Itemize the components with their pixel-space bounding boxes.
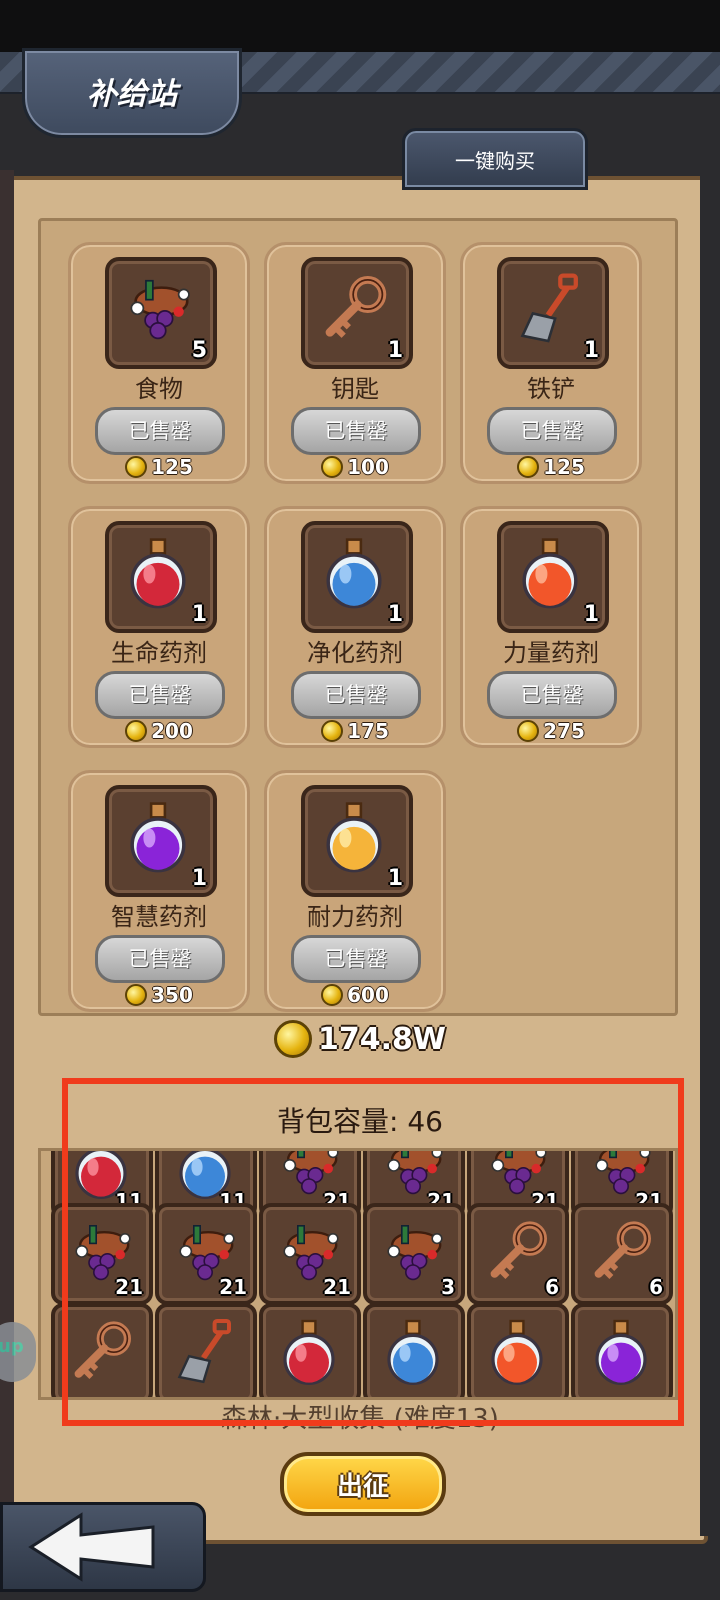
item-price: 125 — [151, 455, 193, 479]
buy-all-button[interactable]: 一键购买 — [402, 128, 588, 190]
shop-item-card[interactable]: 1 净化药剂已售罄 175 — [264, 506, 446, 748]
item-price: 600 — [347, 983, 389, 1007]
item-name: 力量药剂 — [503, 639, 599, 667]
bag-highlight-box — [62, 1078, 684, 1426]
side-bubble-label: up — [0, 1336, 24, 1357]
sold-out-button[interactable]: 已售罄 — [95, 407, 225, 455]
item-name: 耐力药剂 — [307, 903, 403, 931]
item-icon-frame: 1 — [301, 521, 413, 633]
coin-icon — [125, 720, 148, 742]
coin-icon — [125, 456, 148, 478]
purple-potion-icon — [115, 795, 201, 885]
coin-icon — [125, 984, 148, 1006]
sold-out-button[interactable]: 已售罄 — [291, 671, 421, 719]
price-row: 350 — [71, 983, 247, 1007]
shop-item-card[interactable]: 1 生命药剂已售罄 200 — [68, 506, 250, 748]
depart-label: 出征 — [336, 1471, 389, 1502]
orange-potion-icon — [507, 531, 593, 621]
gold-amount: 174.8W — [318, 1021, 446, 1057]
shop-item-card[interactable]: 1 铁铲已售罄 125 — [460, 242, 642, 484]
item-icon-frame: 1 — [301, 785, 413, 897]
side-bubble-button[interactable]: up — [0, 1322, 36, 1382]
item-name: 食物 — [135, 375, 183, 403]
item-name: 铁铲 — [527, 375, 575, 403]
item-count: 5 — [191, 338, 207, 363]
item-name: 钥匙 — [331, 375, 379, 403]
item-price: 175 — [347, 719, 389, 743]
price-row: 275 — [463, 719, 639, 743]
item-count: 1 — [191, 866, 207, 891]
title-plate: 补给站 — [22, 48, 242, 138]
coin-icon — [321, 456, 344, 478]
shovel-icon — [507, 267, 593, 357]
blue-potion-icon — [311, 531, 397, 621]
item-price: 125 — [543, 455, 585, 479]
item-icon-frame: 1 — [497, 257, 609, 369]
coin-icon — [274, 1020, 312, 1058]
coin-icon — [517, 720, 540, 742]
item-price: 350 — [151, 983, 193, 1007]
yellow-potion-icon — [311, 795, 397, 885]
item-price: 100 — [347, 455, 389, 479]
status-bar-area — [0, 0, 720, 52]
back-button[interactable] — [0, 1502, 206, 1592]
item-count: 1 — [387, 602, 403, 627]
item-price: 200 — [151, 719, 193, 743]
item-name: 生命药剂 — [111, 639, 207, 667]
shop-item-card[interactable]: 1 耐力药剂已售罄 600 — [264, 770, 446, 1012]
item-name: 智慧药剂 — [111, 903, 207, 931]
back-arrow-icon — [28, 1512, 155, 1582]
item-count: 1 — [191, 602, 207, 627]
food-icon — [115, 267, 201, 357]
item-count: 1 — [583, 338, 599, 363]
item-count: 1 — [387, 338, 403, 363]
coin-icon — [517, 456, 540, 478]
item-icon-frame: 5 — [105, 257, 217, 369]
panel-right-edge — [700, 176, 720, 1536]
sold-out-button[interactable]: 已售罄 — [95, 671, 225, 719]
red-potion-icon — [115, 531, 201, 621]
coin-icon — [321, 984, 344, 1006]
item-icon-frame: 1 — [301, 257, 413, 369]
sold-out-button[interactable]: 已售罄 — [487, 407, 617, 455]
item-icon-frame: 1 — [105, 521, 217, 633]
price-row: 600 — [267, 983, 443, 1007]
shop-item-card[interactable]: 5 食物已售罄 125 — [68, 242, 250, 484]
coin-icon — [321, 720, 344, 742]
page-title: 补给站 — [87, 77, 177, 112]
item-count: 1 — [583, 602, 599, 627]
price-row: 125 — [71, 455, 247, 479]
sold-out-button[interactable]: 已售罄 — [291, 935, 421, 983]
key-icon — [311, 267, 397, 357]
price-row: 175 — [267, 719, 443, 743]
gold-display: 174.8W — [0, 1020, 720, 1058]
item-name: 净化药剂 — [307, 639, 403, 667]
shop-item-card[interactable]: 1 钥匙已售罄 100 — [264, 242, 446, 484]
item-count: 1 — [387, 866, 403, 891]
sold-out-button[interactable]: 已售罄 — [95, 935, 225, 983]
buy-all-label: 一键购买 — [455, 148, 535, 173]
shop-item-card[interactable]: 1 力量药剂已售罄 275 — [460, 506, 642, 748]
item-icon-frame: 1 — [105, 785, 217, 897]
depart-button[interactable]: 出征 — [280, 1452, 446, 1516]
shop-item-card[interactable]: 1 智慧药剂已售罄 350 — [68, 770, 250, 1012]
item-icon-frame: 1 — [497, 521, 609, 633]
price-row: 125 — [463, 455, 639, 479]
sold-out-button[interactable]: 已售罄 — [291, 407, 421, 455]
price-row: 100 — [267, 455, 443, 479]
item-price: 275 — [543, 719, 585, 743]
sold-out-button[interactable]: 已售罄 — [487, 671, 617, 719]
price-row: 200 — [71, 719, 247, 743]
